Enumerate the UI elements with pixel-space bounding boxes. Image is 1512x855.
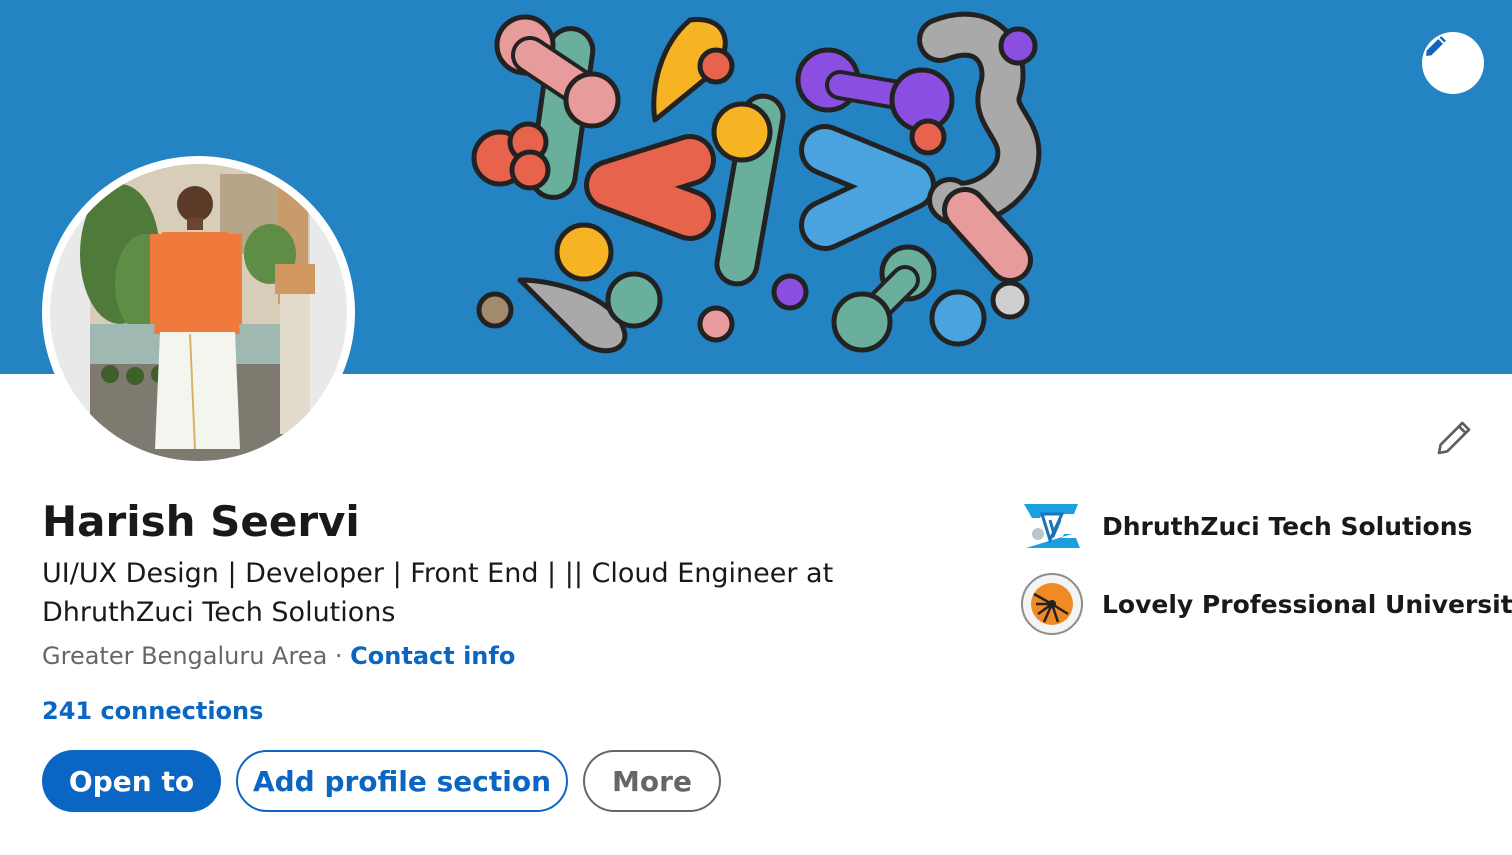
avatar[interactable] — [50, 164, 347, 461]
separator-dot: · — [327, 642, 351, 670]
profile-photo — [50, 164, 347, 461]
location-text: Greater Bengaluru Area — [42, 642, 328, 670]
add-profile-section-button[interactable]: Add profile section — [236, 750, 568, 812]
contact-info-link[interactable]: Contact info — [350, 642, 515, 670]
location-row: Greater Bengaluru Area · Contact info — [42, 638, 515, 674]
more-button[interactable]: More — [583, 750, 721, 812]
org-logo — [1020, 572, 1084, 636]
edit-intro-button[interactable] — [1428, 412, 1480, 464]
open-to-button[interactable]: Open to — [42, 750, 221, 812]
org-item-dhruthzuci[interactable]: DhruthZuci Tech Solutions — [1020, 494, 1500, 558]
edit-cover-button[interactable] — [1422, 32, 1484, 94]
org-name: DhruthZuci Tech Solutions — [1102, 511, 1473, 541]
lpu-logo-icon — [1021, 573, 1083, 635]
org-name: Lovely Professional University — [1102, 589, 1512, 619]
profile-name: Harish Seervi — [42, 497, 360, 546]
dhruthzuci-logo-icon — [1024, 504, 1080, 548]
org-logo — [1020, 494, 1084, 558]
profile-card: Harish Seervi UI/UX Design | Developer |… — [0, 0, 1512, 855]
pencil-icon — [1426, 36, 1446, 56]
profile-headline: UI/UX Design | Developer | Front End | |… — [42, 558, 834, 628]
pencil-outline-icon — [1437, 421, 1471, 455]
connections-link[interactable]: 241 connections — [42, 693, 263, 729]
org-item-lpu[interactable]: Lovely Professional University — [1020, 572, 1512, 636]
